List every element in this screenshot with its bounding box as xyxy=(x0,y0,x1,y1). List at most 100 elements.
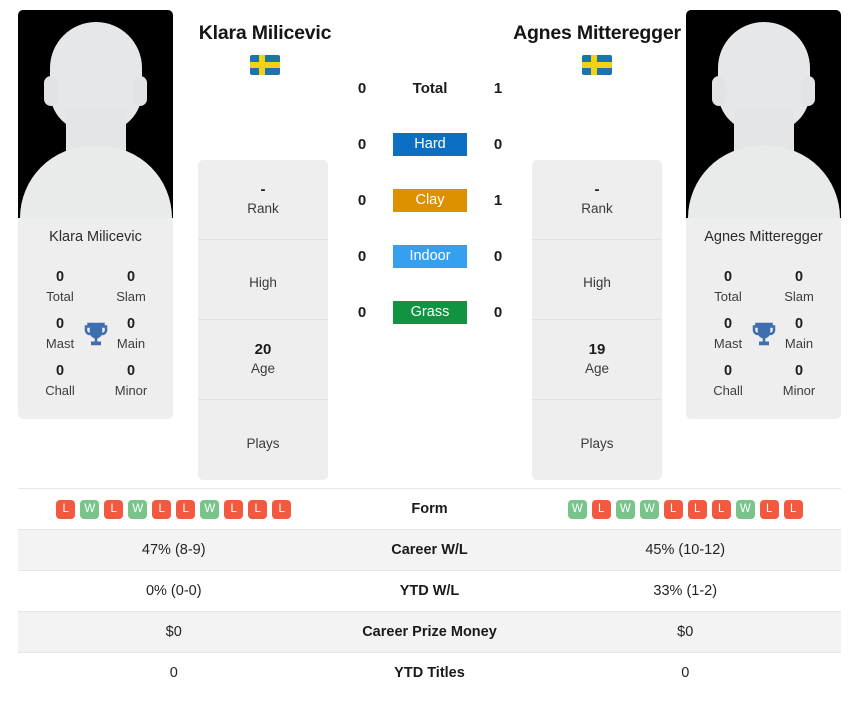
table-row: 0 Chall 0 Minor xyxy=(26,358,165,405)
surface-label-wrap: Total xyxy=(384,80,476,97)
info-label: Plays xyxy=(246,435,280,451)
form-chip-loss[interactable]: L xyxy=(104,499,124,519)
titles-chall-right: 0 Chall xyxy=(713,363,743,398)
form-chip-loss[interactable]: L xyxy=(783,499,803,519)
surface-row-clay: 0 Clay 1 xyxy=(340,172,520,228)
titles-slam-left: 0 Slam xyxy=(116,269,146,304)
stat-value-right: $0 xyxy=(677,624,694,640)
table-row: 0% (0-0) YTD W/L 33% (1-2) xyxy=(18,570,841,611)
player-card-right[interactable]: Agnes Mitteregger 0 Total 0 Slam 0 Mast xyxy=(686,10,841,420)
form-chip-win[interactable]: W xyxy=(80,499,100,519)
stat-value-left: 47% (8-9) xyxy=(141,542,206,558)
titles-grid-right: 0 Total 0 Slam 0 Mast 0 Main 0 Chall 0 M… xyxy=(686,262,841,419)
form-chip-loss[interactable]: L xyxy=(176,499,196,519)
surface-row-indoor: 0 Indoor 0 xyxy=(340,228,520,284)
form-chip-win[interactable]: W xyxy=(639,499,659,519)
h2h-score-left: 0 xyxy=(357,191,367,209)
info-panel-right: - Rank High 19 Age Plays xyxy=(532,160,662,480)
info-value: - xyxy=(594,180,600,198)
head-to-head-surfaces: 0 Total 1 0 Hard 0 0 Clay 1 0 Indoor 0 0 Grass 0 xyxy=(340,60,520,340)
surface-badge-clay[interactable]: Clay xyxy=(393,188,467,212)
player-card-left[interactable]: Klara Milicevic 0 Total 0 Slam 0 Mast 0 … xyxy=(18,10,173,420)
player-card-name-right: Agnes Mitteregger xyxy=(704,229,823,245)
h2h-score-right: 0 xyxy=(493,303,503,321)
h2h-score-left: 0 xyxy=(357,303,367,321)
player-header-right: Agnes Mitteregger xyxy=(497,22,697,80)
form-chip-win[interactable]: W xyxy=(735,499,755,519)
stat-label: Career Prize Money xyxy=(362,624,497,640)
stat-value-right: 0 xyxy=(681,665,690,681)
titles-main-left: 0 Main xyxy=(116,316,146,351)
surface-badge-grass[interactable]: Grass xyxy=(393,300,467,324)
titles-grid-left: 0 Total 0 Slam 0 Mast 0 Main 0 Chall 0 M… xyxy=(18,262,173,419)
stat-label: YTD Titles xyxy=(394,665,465,681)
table-row: 0 YTD Titles 0 xyxy=(18,652,841,693)
form-strip-right: WLWWLLLWLL xyxy=(530,499,842,519)
table-row: 47% (8-9) Career W/L 45% (10-12) xyxy=(18,529,841,570)
table-row: 0 Chall 0 Minor xyxy=(694,358,833,405)
form-chip-win[interactable]: W xyxy=(615,499,635,519)
table-row: 0 Total 0 Slam xyxy=(694,264,833,311)
info-label: Plays xyxy=(580,435,614,451)
info-value: 19 xyxy=(588,340,606,358)
info-value: - xyxy=(260,180,266,198)
form-chip-loss[interactable]: L xyxy=(663,499,683,519)
form-chip-loss[interactable]: L xyxy=(248,499,268,519)
trophy-icon xyxy=(84,322,107,346)
stat-label: Form xyxy=(411,501,448,517)
info-label: Rank xyxy=(247,201,279,217)
sweden-flag-icon xyxy=(250,55,280,75)
h2h-score-left: 0 xyxy=(357,79,367,97)
form-chip-win[interactable]: W xyxy=(567,499,587,519)
titles-chall-left: 0 Chall xyxy=(45,363,75,398)
stat-value-left: 0 xyxy=(169,665,178,681)
surface-row-grass: 0 Grass 0 xyxy=(340,284,520,340)
player-header-left: Klara Milicevic xyxy=(165,22,365,80)
stat-value-left: 0% (0-0) xyxy=(145,583,202,599)
surface-row-hard: 0 Hard 0 xyxy=(340,116,520,172)
surface-label-wrap: Indoor xyxy=(384,244,476,268)
info-cell-rank-left: - Rank xyxy=(198,160,328,240)
trophy-icon xyxy=(752,322,775,346)
form-chip-loss[interactable]: L xyxy=(272,499,292,519)
surface-row-total: 0 Total 1 xyxy=(340,60,520,116)
h2h-score-right: 0 xyxy=(493,135,503,153)
info-cell-age-left: 20 Age xyxy=(198,320,328,400)
table-row: 0 Total 0 Slam xyxy=(26,264,165,311)
stat-value-right: 33% (1-2) xyxy=(653,583,718,599)
form-chip-loss[interactable]: L xyxy=(711,499,731,519)
titles-minor-left: 0 Minor xyxy=(114,363,148,398)
form-chip-win[interactable]: W xyxy=(128,499,148,519)
table-row: $0 Career Prize Money $0 xyxy=(18,611,841,652)
h2h-score-right: 0 xyxy=(493,247,503,265)
form-chip-loss[interactable]: L xyxy=(224,499,244,519)
info-cell-rank-right: - Rank xyxy=(532,160,662,240)
form-chip-win[interactable]: W xyxy=(200,499,220,519)
surface-label-wrap: Grass xyxy=(384,300,476,324)
info-value: 20 xyxy=(254,340,272,358)
comparison-header: Klara Milicevic 0 Total 0 Slam 0 Mast 0 … xyxy=(0,0,859,488)
info-label: Rank xyxy=(581,201,613,217)
player-avatar-placeholder-icon xyxy=(686,10,841,218)
info-label: Age xyxy=(250,361,276,377)
stat-value-right: 45% (10-12) xyxy=(645,542,726,558)
surface-badge-hard[interactable]: Hard xyxy=(393,132,467,156)
stat-label: Career W/L xyxy=(391,542,468,558)
page-title: Klara Milicevic xyxy=(198,22,332,44)
player-card-name-left: Klara Milicevic xyxy=(49,229,142,245)
page-title: Agnes Mitteregger xyxy=(513,22,681,44)
form-chip-loss[interactable]: L xyxy=(687,499,707,519)
form-chip-loss[interactable]: L xyxy=(56,499,76,519)
info-label: High xyxy=(583,275,611,291)
info-label: High xyxy=(249,275,277,291)
form-chip-loss[interactable]: L xyxy=(759,499,779,519)
info-cell-plays-right: Plays xyxy=(532,400,662,480)
h2h-score-left: 0 xyxy=(357,247,367,265)
form-chip-loss[interactable]: L xyxy=(591,499,611,519)
stat-value-right: WLWWLLLWLL xyxy=(530,499,842,519)
surface-label-wrap: Clay xyxy=(384,188,476,212)
form-chip-loss[interactable]: L xyxy=(152,499,172,519)
surface-badge-indoor[interactable]: Indoor xyxy=(393,244,467,268)
info-label: Age xyxy=(584,361,610,377)
comparison-stats-table: L W L W L L W L L L Form W L W W L L L W L L 47% (8-9) Career … xyxy=(18,488,841,693)
